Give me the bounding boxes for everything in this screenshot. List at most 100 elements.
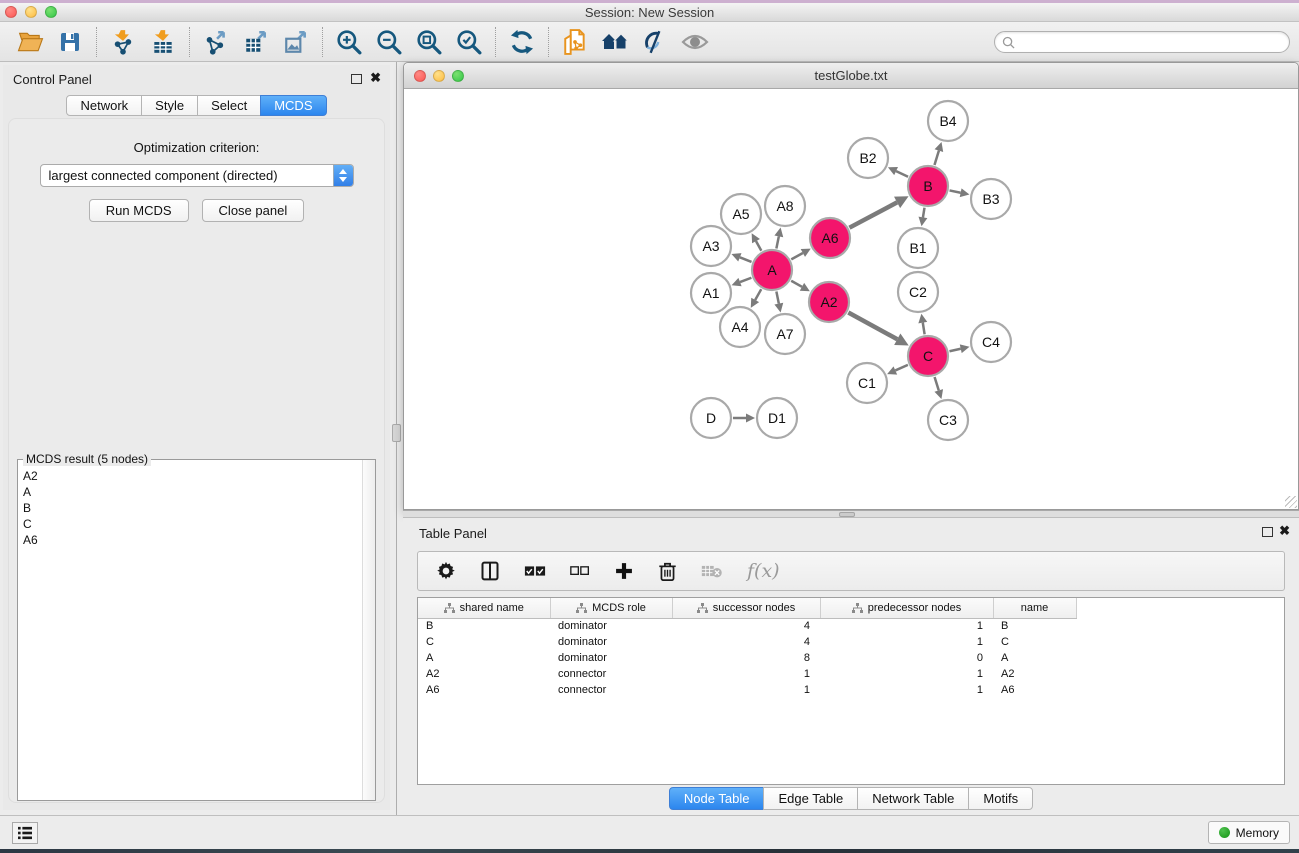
graph-edge-B-B2[interactable] (896, 171, 908, 177)
save-session-button[interactable] (50, 26, 90, 58)
task-history-button[interactable] (12, 822, 38, 844)
delete-button[interactable] (658, 561, 677, 582)
arrowhead-icon (960, 188, 970, 197)
graph-edge-A2-C[interactable] (848, 313, 897, 340)
graph-edge-C-C1[interactable] (895, 365, 908, 371)
eye-button[interactable] (675, 26, 715, 58)
float-panel-icon[interactable] (1262, 527, 1273, 537)
close-panel-icon[interactable]: ✖ (1279, 524, 1290, 538)
result-item[interactable]: A (19, 484, 361, 500)
graph-edge-A-A2[interactable] (791, 281, 802, 287)
column-header-predecessor-nodes[interactable]: predecessor nodes (820, 598, 993, 618)
graph-edge-A-A6[interactable] (791, 253, 803, 259)
refresh-button[interactable] (502, 26, 542, 58)
result-scrollbar[interactable] (362, 460, 375, 800)
minimize-network-button[interactable] (433, 70, 445, 82)
graph-edge-C-C3[interactable] (935, 377, 939, 390)
table-row[interactable]: Bdominator41B (418, 618, 1284, 634)
close-window-button[interactable] (5, 6, 17, 18)
column-header-name[interactable]: name (993, 598, 1076, 618)
close-network-button[interactable] (414, 70, 426, 82)
minimize-window-button[interactable] (25, 6, 37, 18)
resize-grip-icon[interactable] (1285, 496, 1297, 508)
graph-edge-A-A1[interactable] (740, 278, 751, 282)
search-input[interactable] (1015, 33, 1289, 51)
window-controls[interactable] (5, 6, 57, 18)
tab-node-table[interactable]: Node Table (669, 787, 765, 810)
graph-edge-C-C4[interactable] (949, 349, 960, 352)
import-network-icon (110, 29, 136, 55)
network-window-titlebar[interactable]: testGlobe.txt (404, 63, 1298, 89)
tab-select[interactable]: Select (197, 95, 261, 116)
graph-edge-B-B1[interactable] (923, 208, 925, 218)
zoom-out-button[interactable] (369, 26, 409, 58)
select-all-button[interactable] (524, 564, 546, 578)
graph-edge-A-A3[interactable] (740, 257, 752, 262)
export-table-button[interactable] (236, 26, 276, 58)
table-row[interactable]: Cdominator41C (418, 634, 1284, 650)
graphics-details-button[interactable] (635, 26, 675, 58)
desktop-edge (0, 849, 1299, 853)
close-panel-icon[interactable]: ✖ (370, 71, 381, 85)
graph-edge-B-B3[interactable] (950, 190, 961, 192)
graph-edge-C-C2[interactable] (923, 323, 925, 335)
tab-mcds[interactable]: MCDS (260, 95, 326, 116)
result-item[interactable]: C (19, 516, 361, 532)
table-settings-button[interactable] (436, 561, 456, 581)
export-network-icon (203, 29, 229, 55)
zoom-window-button[interactable] (45, 6, 57, 18)
column-header-shared-name[interactable]: shared name (418, 598, 550, 618)
horizontal-splitter-grip[interactable] (839, 512, 855, 517)
horizontal-splitter[interactable] (403, 510, 1299, 518)
graph-edge-A-A5[interactable] (756, 241, 761, 251)
arrowhead-icon (918, 217, 927, 227)
table-row[interactable]: A2connector11A2 (418, 666, 1284, 682)
table-row[interactable]: A6connector11A6 (418, 682, 1284, 698)
criterion-dropdown[interactable]: largest connected component (directed) (40, 164, 354, 187)
network-window-controls[interactable] (414, 70, 464, 82)
result-item[interactable]: B (19, 500, 361, 516)
open-file-button[interactable] (10, 26, 50, 58)
vertical-splitter-grip[interactable] (392, 424, 401, 442)
zoom-in-button[interactable] (329, 26, 369, 58)
node-label-A6: A6 (821, 230, 838, 246)
table-row[interactable]: Adominator80A (418, 650, 1284, 666)
node-label-C1: C1 (858, 375, 876, 391)
import-network-button[interactable] (103, 26, 143, 58)
graph-edge-A6-B[interactable] (849, 202, 897, 227)
graph-edge-A-A4[interactable] (755, 289, 761, 300)
home-button[interactable] (595, 26, 635, 58)
tab-motifs[interactable]: Motifs (968, 787, 1033, 810)
graph-edge-B-B4[interactable] (934, 151, 938, 165)
tab-edge-table[interactable]: Edge Table (763, 787, 858, 810)
float-panel-icon[interactable] (351, 74, 362, 84)
function-builder-button[interactable]: f(x) (747, 560, 780, 582)
run-mcds-button[interactable]: Run MCDS (89, 199, 189, 222)
memory-status-icon (1219, 827, 1230, 838)
tab-network[interactable]: Network (66, 95, 142, 116)
zoom-network-button[interactable] (452, 70, 464, 82)
duplicate-network-button[interactable] (555, 26, 595, 58)
eye-icon (681, 31, 709, 53)
import-table-button[interactable] (143, 26, 183, 58)
tab-network-table[interactable]: Network Table (857, 787, 969, 810)
graph-edge-A-A8[interactable] (776, 236, 778, 248)
delete-table-button[interactable] (701, 563, 723, 579)
show-columns-button[interactable] (480, 561, 500, 581)
column-header-mcds-role[interactable]: MCDS role (550, 598, 672, 618)
result-item[interactable]: A6 (19, 532, 361, 548)
deselect-all-button[interactable] (570, 565, 590, 577)
memory-button[interactable]: Memory (1208, 821, 1290, 844)
tab-style[interactable]: Style (141, 95, 198, 116)
export-network-button[interactable] (196, 26, 236, 58)
result-item[interactable]: A2 (19, 468, 361, 484)
export-image-button[interactable] (276, 26, 316, 58)
graph-edge-A-A7[interactable] (776, 292, 778, 304)
zoom-selected-button[interactable] (449, 26, 489, 58)
network-canvas[interactable]: AA1A2A3A4A5A6A7A8BB1B2B3B4CC1C2C3C4DD1 (404, 89, 1298, 509)
zoom-fit-button[interactable] (409, 26, 449, 58)
column-header-successor-nodes[interactable]: successor nodes (672, 598, 820, 618)
search-box[interactable] (994, 31, 1290, 53)
add-button[interactable] (614, 561, 634, 581)
close-panel-button[interactable]: Close panel (202, 199, 305, 222)
